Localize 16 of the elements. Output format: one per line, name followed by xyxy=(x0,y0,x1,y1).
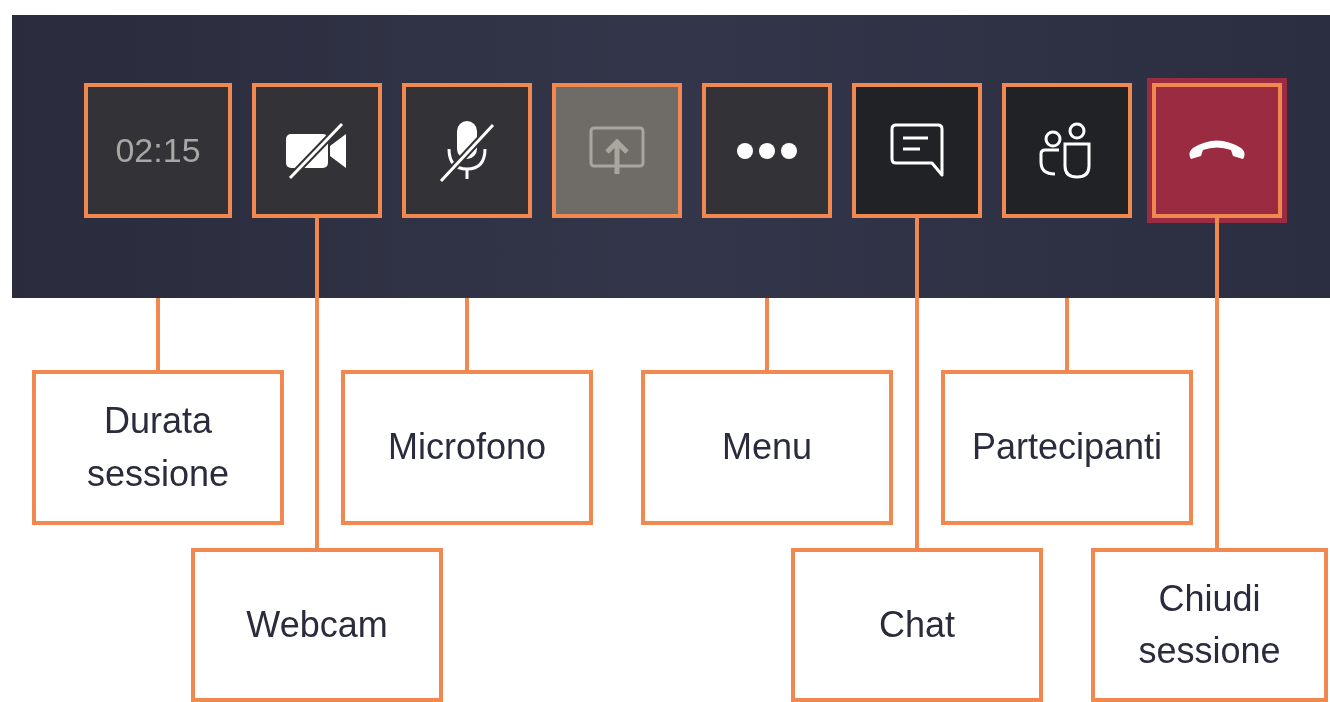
chat-button[interactable] xyxy=(852,83,982,218)
callout-label: Microfono xyxy=(341,370,593,525)
callout-label: Durata sessione xyxy=(32,370,284,525)
callout-label: Chat xyxy=(791,548,1043,702)
more-button[interactable] xyxy=(702,83,832,218)
callout-label: Partecipanti xyxy=(941,370,1193,525)
callout-label: Chiudi sessione xyxy=(1091,548,1328,702)
camera-button[interactable] xyxy=(252,83,382,218)
call-timer: 02:15 xyxy=(84,83,232,218)
more-options-icon xyxy=(736,141,798,160)
chat-bubble-icon xyxy=(890,122,944,179)
callout-label: Menu xyxy=(641,370,893,525)
microphone-button[interactable] xyxy=(402,83,532,218)
share-screen-icon xyxy=(589,125,645,176)
callout-label: Webcam xyxy=(191,548,443,702)
participants-button[interactable] xyxy=(1002,83,1132,218)
